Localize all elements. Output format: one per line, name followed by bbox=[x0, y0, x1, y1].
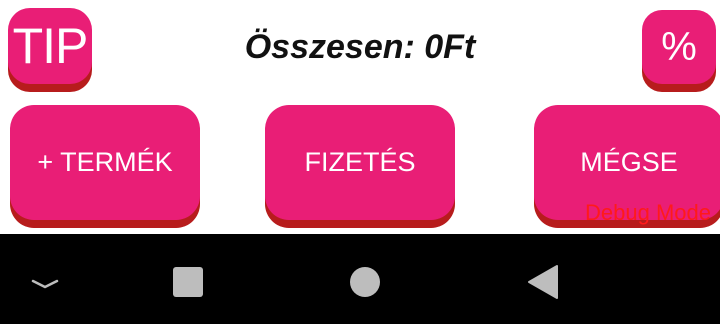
tip-button[interactable]: TIP bbox=[8, 8, 92, 84]
total-amount: Összesen: 0Ft bbox=[244, 28, 476, 66]
percent-button[interactable]: % bbox=[642, 10, 716, 84]
pay-button[interactable]: FIZETÉS bbox=[265, 105, 455, 220]
tip-button-label: TIP bbox=[12, 18, 89, 74]
pay-label: FIZETÉS bbox=[304, 147, 416, 177]
app-screen: TIP Összesen: 0Ft % + TERMÉK FIZETÉS MÉG… bbox=[0, 0, 720, 234]
percent-button-label: % bbox=[661, 24, 697, 69]
recents-square-icon[interactable] bbox=[168, 262, 208, 302]
cancel-label: MÉGSE bbox=[580, 147, 678, 177]
add-product-button[interactable]: + TERMÉK bbox=[10, 105, 200, 220]
debug-mode-label: Debug Mode bbox=[585, 200, 711, 225]
system-navigation-bar bbox=[0, 234, 720, 324]
home-circle-icon[interactable] bbox=[345, 262, 385, 302]
chevron-down-icon[interactable] bbox=[20, 264, 70, 304]
add-product-label: + TERMÉK bbox=[37, 147, 173, 177]
back-triangle-icon[interactable] bbox=[520, 260, 564, 304]
